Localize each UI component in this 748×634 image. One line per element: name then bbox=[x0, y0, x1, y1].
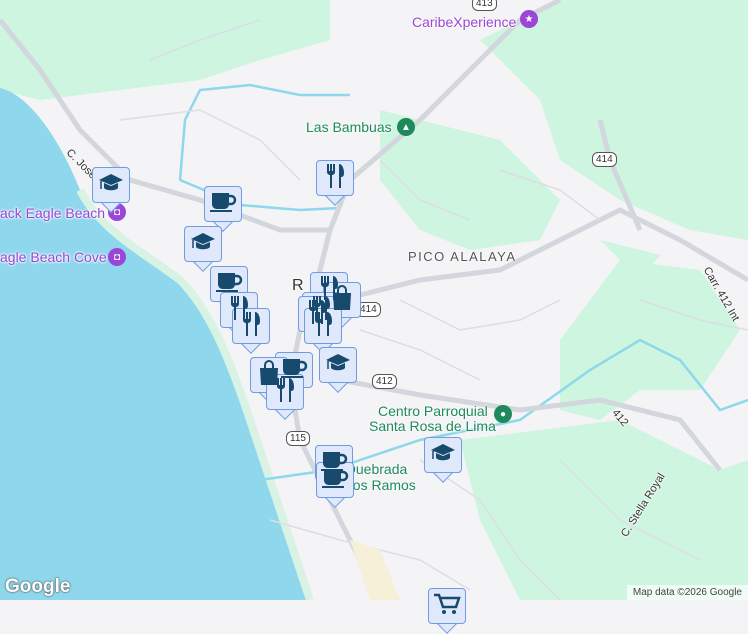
commercial-area bbox=[350, 540, 400, 600]
restaurant-marker[interactable] bbox=[316, 160, 354, 206]
marker-box bbox=[316, 462, 354, 498]
cafe-marker[interactable] bbox=[316, 462, 354, 508]
restaurant-icon bbox=[312, 310, 334, 343]
cafe-marker[interactable] bbox=[204, 186, 242, 232]
poi-label-eagle-beach[interactable]: ack Eagle Beach bbox=[0, 205, 105, 221]
school-marker[interactable] bbox=[319, 347, 357, 393]
area-label-quebrada-1: Quebrada bbox=[345, 461, 408, 477]
restaurant-icon bbox=[274, 376, 296, 409]
restaurant-icon bbox=[240, 310, 262, 343]
school-icon bbox=[325, 352, 351, 379]
map-attribution[interactable]: Map data ©2026 Google bbox=[626, 585, 748, 600]
camera-icon[interactable]: ◘ bbox=[108, 248, 126, 266]
marker-box bbox=[92, 167, 130, 203]
restaurant-icon bbox=[324, 162, 346, 195]
poi-label-eagle-beach-cove[interactable]: agle Beach Cove bbox=[0, 249, 107, 265]
route-shield-414: 414 bbox=[592, 152, 617, 167]
tree-icon[interactable]: ▲ bbox=[397, 118, 415, 136]
school-marker[interactable] bbox=[92, 167, 130, 213]
place-of-worship-icon[interactable]: ● bbox=[494, 405, 512, 423]
marker-box bbox=[424, 437, 462, 473]
route-shield-413: 413 bbox=[472, 0, 497, 11]
cafe-icon bbox=[209, 190, 237, 219]
poi-label-centro-parroquial-1[interactable]: Centro Parroquial bbox=[378, 403, 488, 419]
route-shield-115: 115 bbox=[286, 431, 310, 446]
grocery-icon bbox=[433, 592, 461, 621]
poi-label-caribexperience[interactable]: CaribeXperience bbox=[412, 14, 516, 30]
marker-box bbox=[184, 226, 222, 262]
marker-box bbox=[316, 160, 354, 196]
school-marker[interactable] bbox=[184, 226, 222, 272]
poi-label-las-bambuas[interactable]: Las Bambuas bbox=[306, 119, 392, 135]
marker-box bbox=[204, 186, 242, 222]
grocery-marker[interactable] bbox=[428, 588, 466, 634]
cafe-icon bbox=[321, 466, 349, 495]
route-shield-412: 412 bbox=[372, 374, 397, 389]
area-label-quebrada-2: Los Ramos bbox=[345, 477, 416, 493]
school-icon bbox=[98, 172, 124, 199]
marker-box bbox=[319, 347, 357, 383]
attraction-icon[interactable]: ★ bbox=[520, 10, 538, 28]
poi-label-centro-parroquial-2[interactable]: Santa Rosa de Lima bbox=[369, 418, 496, 434]
google-logo[interactable]: Google bbox=[5, 576, 70, 598]
area-label-pico-alalaya: PICO ALALAYA bbox=[408, 249, 517, 264]
marker-box bbox=[428, 588, 466, 624]
school-icon bbox=[430, 442, 456, 469]
school-icon bbox=[190, 231, 216, 258]
school-marker[interactable] bbox=[424, 437, 462, 483]
